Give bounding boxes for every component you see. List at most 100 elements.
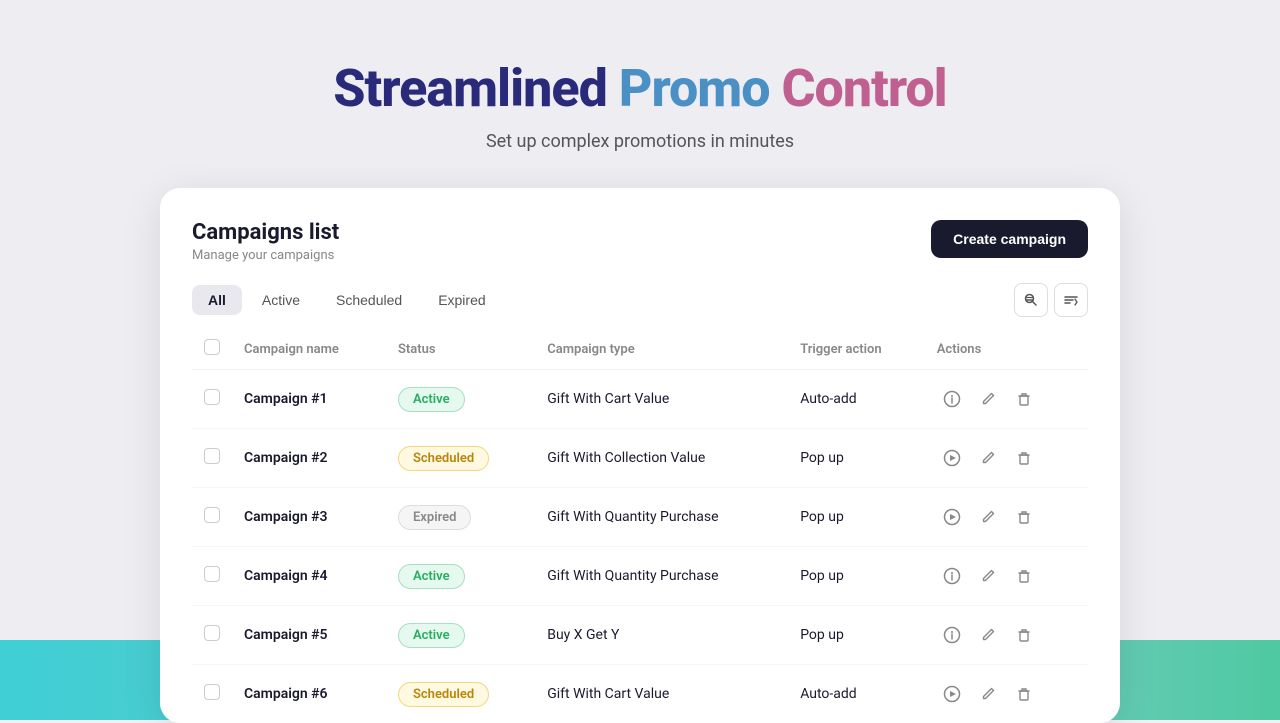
sort-button[interactable] <box>1054 283 1088 317</box>
row-actions-cell <box>925 606 1088 665</box>
filter-tab-expired[interactable]: Expired <box>422 285 501 315</box>
row-status-cell: Active <box>386 370 535 429</box>
select-all-checkbox[interactable] <box>204 339 220 355</box>
row-actions-cell <box>925 665 1088 723</box>
action-edit-button[interactable] <box>973 443 1003 473</box>
trash-icon <box>1016 627 1032 643</box>
col-header-checkbox <box>192 329 232 370</box>
action-delete-button[interactable] <box>1009 679 1039 709</box>
card-title: Campaigns list <box>192 220 339 245</box>
campaign-name: Campaign #1 <box>244 391 328 407</box>
action-delete-button[interactable] <box>1009 620 1039 650</box>
row-checkbox[interactable] <box>204 566 220 582</box>
row-trigger-cell: Pop up <box>788 547 925 606</box>
trigger-action: Auto-add <box>800 686 856 702</box>
table-row: Campaign #1 Active Gift With Cart Value … <box>192 370 1088 429</box>
trigger-action: Pop up <box>800 627 844 643</box>
play-icon <box>943 508 961 526</box>
trash-icon <box>1016 686 1032 702</box>
table-row: Campaign #2 Scheduled Gift With Collecti… <box>192 429 1088 488</box>
page-content: Streamlined Promo Control Set up complex… <box>0 0 1280 723</box>
campaign-type: Gift With Cart Value <box>547 686 669 702</box>
card-title-area: Campaigns list Manage your campaigns <box>192 220 339 263</box>
status-badge: Scheduled <box>398 446 489 471</box>
info-icon <box>943 390 961 408</box>
row-type-cell: Gift With Quantity Purchase <box>535 547 788 606</box>
row-checkbox-cell <box>192 665 232 723</box>
search-filter-icon <box>1023 292 1039 308</box>
table-row: Campaign #3 Expired Gift With Quantity P… <box>192 488 1088 547</box>
search-filter-button[interactable] <box>1014 283 1048 317</box>
row-status-cell: Scheduled <box>386 665 535 723</box>
edit-icon <box>980 509 996 525</box>
action-info-play-button[interactable] <box>937 561 967 591</box>
campaigns-table: Campaign name Status Campaign type Trigg… <box>192 329 1088 723</box>
row-type-cell: Buy X Get Y <box>535 606 788 665</box>
row-type-cell: Gift With Cart Value <box>535 370 788 429</box>
status-badge: Active <box>398 564 465 589</box>
campaign-type: Gift With Collection Value <box>547 450 705 466</box>
action-edit-button[interactable] <box>973 502 1003 532</box>
play-icon <box>943 449 961 467</box>
status-badge: Expired <box>398 505 471 530</box>
action-info-play-button[interactable] <box>937 679 967 709</box>
actions-group <box>937 679 1076 709</box>
table-row: Campaign #5 Active Buy X Get Y Pop up <box>192 606 1088 665</box>
action-info-play-button[interactable] <box>937 502 967 532</box>
row-checkbox[interactable] <box>204 625 220 641</box>
row-checkbox[interactable] <box>204 389 220 405</box>
page-headline: Streamlined Promo Control <box>333 60 946 117</box>
filter-tabs: All Active Scheduled Expired <box>192 285 502 315</box>
row-name-cell: Campaign #4 <box>232 547 386 606</box>
trash-icon <box>1016 450 1032 466</box>
action-edit-button[interactable] <box>973 561 1003 591</box>
filter-row: All Active Scheduled Expired <box>192 283 1088 317</box>
col-header-type: Campaign type <box>535 329 788 370</box>
row-checkbox[interactable] <box>204 507 220 523</box>
action-delete-button[interactable] <box>1009 502 1039 532</box>
edit-icon <box>980 450 996 466</box>
row-trigger-cell: Auto-add <box>788 665 925 723</box>
status-badge: Scheduled <box>398 682 489 707</box>
trigger-action: Pop up <box>800 568 844 584</box>
sort-icon <box>1063 292 1079 308</box>
edit-icon <box>980 568 996 584</box>
campaign-type: Gift With Quantity Purchase <box>547 568 718 584</box>
action-edit-button[interactable] <box>973 384 1003 414</box>
row-status-cell: Expired <box>386 488 535 547</box>
row-checkbox[interactable] <box>204 448 220 464</box>
row-trigger-cell: Pop up <box>788 606 925 665</box>
action-edit-button[interactable] <box>973 679 1003 709</box>
search-filter-group <box>1014 283 1088 317</box>
filter-tab-active[interactable]: Active <box>246 285 316 315</box>
row-status-cell: Scheduled <box>386 429 535 488</box>
create-campaign-button[interactable]: Create campaign <box>931 220 1088 258</box>
table-row: Campaign #6 Scheduled Gift With Cart Val… <box>192 665 1088 723</box>
action-delete-button[interactable] <box>1009 384 1039 414</box>
page-subheadline: Set up complex promotions in minutes <box>486 131 794 152</box>
action-edit-button[interactable] <box>973 620 1003 650</box>
action-info-play-button[interactable] <box>937 384 967 414</box>
campaign-name: Campaign #2 <box>244 450 328 466</box>
info-icon <box>943 626 961 644</box>
campaign-name: Campaign #6 <box>244 686 328 702</box>
action-info-play-button[interactable] <box>937 443 967 473</box>
row-name-cell: Campaign #1 <box>232 370 386 429</box>
headline-part1: Streamlined <box>333 58 607 119</box>
filter-tab-all[interactable]: All <box>192 285 242 315</box>
row-checkbox[interactable] <box>204 684 220 700</box>
filter-tab-scheduled[interactable]: Scheduled <box>320 285 418 315</box>
action-info-play-button[interactable] <box>937 620 967 650</box>
trash-icon <box>1016 509 1032 525</box>
trigger-action: Pop up <box>800 509 844 525</box>
row-actions-cell <box>925 370 1088 429</box>
col-header-trigger: Trigger action <box>788 329 925 370</box>
row-trigger-cell: Auto-add <box>788 370 925 429</box>
col-header-actions: Actions <box>925 329 1088 370</box>
headline-part2: Promo <box>619 58 770 119</box>
campaigns-card: Campaigns list Manage your campaigns Cre… <box>160 188 1120 723</box>
headline-part3: Control <box>781 58 946 119</box>
action-delete-button[interactable] <box>1009 443 1039 473</box>
row-type-cell: Gift With Quantity Purchase <box>535 488 788 547</box>
action-delete-button[interactable] <box>1009 561 1039 591</box>
